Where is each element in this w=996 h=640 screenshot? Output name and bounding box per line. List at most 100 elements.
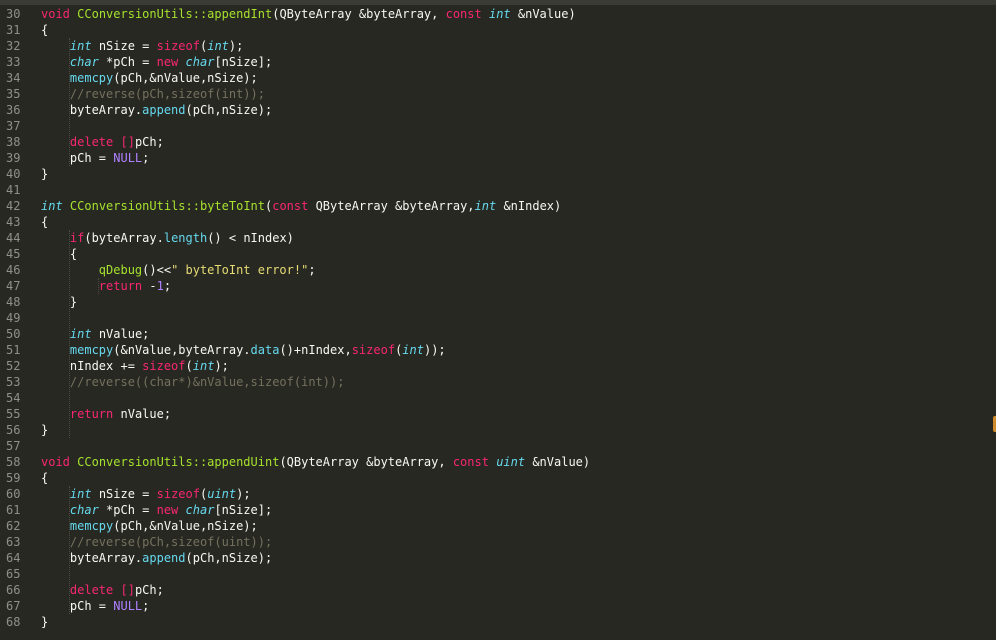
line-number: 46 xyxy=(6,263,21,277)
code-line[interactable]: char *pCh = new char[nSize]; xyxy=(41,502,996,518)
code-line[interactable]: { xyxy=(41,22,996,38)
code-line[interactable]: { xyxy=(41,470,996,486)
code-line[interactable] xyxy=(41,390,996,406)
code-line[interactable]: //reverse((char*)&nValue,sizeof(int)); xyxy=(41,374,996,390)
code-line[interactable]: { xyxy=(41,246,996,262)
line-number: 45 xyxy=(6,247,21,261)
code-line[interactable]: char *pCh = new char[nSize]; xyxy=(41,54,996,70)
code-line[interactable]: pCh = NULL; xyxy=(41,150,996,166)
code-token: NULL xyxy=(113,599,143,613)
code-token: } xyxy=(41,423,49,437)
code-line[interactable]: byteArray.append(pCh,nSize); xyxy=(41,550,996,566)
line-number: 65 xyxy=(6,567,21,581)
code-token: 1 xyxy=(156,279,164,293)
code-line[interactable] xyxy=(41,310,996,326)
code-token: memcpy xyxy=(69,71,114,85)
line-number: 44 xyxy=(6,231,21,245)
code-token: delete xyxy=(69,135,114,149)
code-token: int xyxy=(488,7,511,21)
code-token: () < nIndex) xyxy=(207,231,294,245)
code-editor[interactable]: 30 31 32 33 34 35 36 37 38 39 40 41 42 43 44 45 46 47 48 49… xyxy=(0,6,996,640)
code-token: //reverse(pCh,sizeof(uint)); xyxy=(69,535,273,549)
code-token: int xyxy=(207,39,229,53)
code-token: sizeof xyxy=(142,359,186,373)
code-token: void xyxy=(41,7,70,21)
line-number: 35 xyxy=(6,87,21,101)
code-token: ); xyxy=(214,359,229,373)
code-token: { xyxy=(41,471,49,485)
code-line[interactable]: nIndex += sizeof(int); xyxy=(41,358,996,374)
code-line[interactable] xyxy=(41,118,996,134)
code-token: char xyxy=(185,503,215,517)
code-token: pCh = xyxy=(41,151,114,165)
code-line[interactable]: return nValue; xyxy=(41,406,996,422)
code-token: sizeof xyxy=(156,39,200,53)
code-token: void xyxy=(41,455,70,469)
line-number: 60 xyxy=(6,487,21,501)
code-line[interactable] xyxy=(41,182,996,198)
code-line[interactable]: void CConversionUtils::appendUint(QByteA… xyxy=(41,454,996,470)
code-line[interactable] xyxy=(41,438,996,454)
code-line[interactable]: } xyxy=(41,422,996,438)
code-token: new xyxy=(156,503,179,517)
code-token: { xyxy=(41,215,49,229)
code-line[interactable]: return -1; xyxy=(41,278,996,294)
code-token: { xyxy=(41,247,78,261)
code-token: } xyxy=(41,295,78,309)
code-line[interactable]: memcpy(pCh,&nValue,nSize); xyxy=(41,518,996,534)
line-number: 58 xyxy=(6,455,21,469)
code-token: ()<< xyxy=(142,263,172,277)
code-token: nValue; xyxy=(91,327,150,341)
code-token: int xyxy=(402,343,424,357)
code-line[interactable] xyxy=(41,566,996,582)
code-line[interactable]: byteArray.append(pCh,nSize); xyxy=(41,102,996,118)
line-number: 61 xyxy=(6,503,21,517)
line-number: 55 xyxy=(6,407,21,421)
code-line[interactable]: int CConversionUtils::byteToInt(const QB… xyxy=(41,198,996,214)
code-token: return xyxy=(98,279,143,293)
line-number: 51 xyxy=(6,343,21,357)
code-line[interactable]: { xyxy=(41,214,996,230)
code-line[interactable]: qDebug()<<" byteToInt error!"; xyxy=(41,262,996,278)
code-line[interactable]: void CConversionUtils::appendInt(QByteAr… xyxy=(41,6,996,22)
code-line[interactable]: } xyxy=(41,166,996,182)
code-token: pCh; xyxy=(134,583,164,597)
line-number: 67 xyxy=(6,599,21,613)
line-number: 64 xyxy=(6,551,21,565)
code-line[interactable]: } xyxy=(41,294,996,310)
code-line[interactable]: memcpy(pCh,&nValue,nSize); xyxy=(41,70,996,86)
code-line[interactable]: int nSize = sizeof(uint); xyxy=(41,486,996,502)
code-line[interactable]: int nValue; xyxy=(41,326,996,342)
code-line[interactable]: } xyxy=(41,614,996,630)
code-line[interactable]: //reverse(pCh,sizeof(int)); xyxy=(41,86,996,102)
line-number: 48 xyxy=(6,295,21,309)
code-area[interactable]: void CConversionUtils::appendInt(QByteAr… xyxy=(41,6,996,640)
code-line[interactable]: delete []pCh; xyxy=(41,134,996,150)
code-line[interactable]: memcpy(&nValue,byteArray.data()+nIndex,s… xyxy=(41,342,996,358)
code-token: //reverse(pCh,sizeof(int)); xyxy=(69,87,265,101)
code-line[interactable]: //reverse(pCh,sizeof(uint)); xyxy=(41,534,996,550)
code-token: char xyxy=(185,55,215,69)
code-token: } xyxy=(41,615,49,629)
line-number: 39 xyxy=(6,151,21,165)
code-line[interactable]: int nSize = sizeof(int); xyxy=(41,38,996,54)
code-line[interactable]: delete []pCh; xyxy=(41,582,996,598)
code-token: ()+nIndex, xyxy=(279,343,352,357)
code-token: ; xyxy=(142,599,150,613)
code-line[interactable]: if(byteArray.length() < nIndex) xyxy=(41,230,996,246)
line-number: 30 xyxy=(6,7,21,21)
line-number: 66 xyxy=(6,583,21,597)
code-line[interactable]: pCh = NULL; xyxy=(41,598,996,614)
